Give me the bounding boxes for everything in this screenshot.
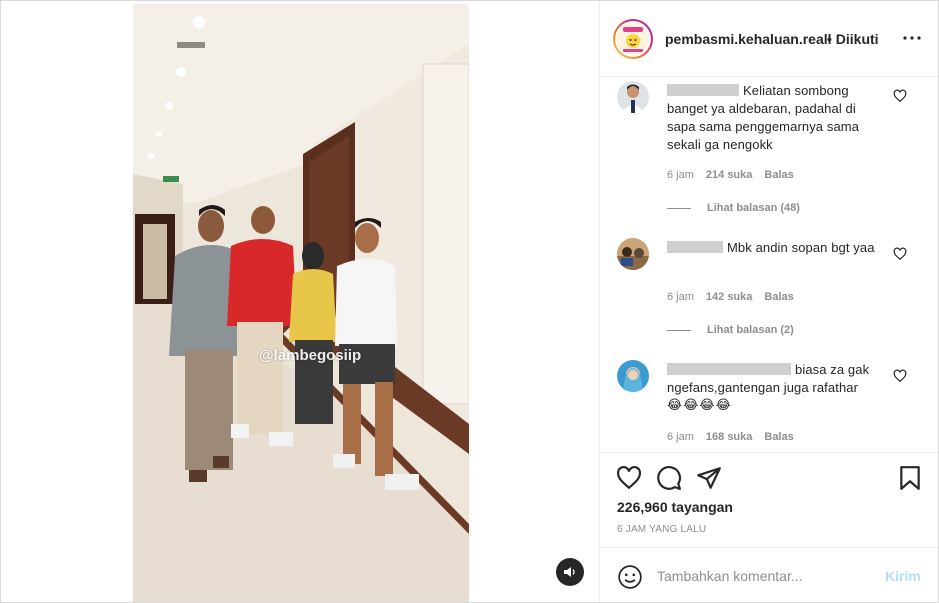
redacted-username xyxy=(667,241,723,253)
redacted-username xyxy=(667,363,791,375)
comment-text: Keliatan sombong banget ya aldebaran, pa… xyxy=(667,82,887,154)
comment-likes[interactable]: 142 suka xyxy=(706,291,752,303)
speaker-icon xyxy=(564,567,575,577)
view-count[interactable]: 226,960 tayangan xyxy=(617,499,733,515)
post-sidebar: pembasmi.kehaluan.reall • Diikuti Keliat… xyxy=(601,1,938,602)
commenter-avatar[interactable] xyxy=(617,238,649,270)
account-avatar[interactable] xyxy=(613,19,653,59)
emoji-smile-icon[interactable] xyxy=(617,564,643,590)
follow-status[interactable]: • Diikuti xyxy=(827,31,879,47)
comment-text: biasa za gak ngefans,gantengan juga rafa… xyxy=(667,361,887,415)
comment-likes[interactable]: 214 suka xyxy=(706,169,752,181)
bookmark-save-icon[interactable] xyxy=(897,465,923,491)
replies-divider xyxy=(667,207,691,209)
action-bar: 226,960 tayangan 6 JAM YANG LALU xyxy=(601,452,938,547)
avatar-image xyxy=(617,81,649,113)
comment-bubble-icon[interactable] xyxy=(656,465,682,491)
account-username[interactable]: pembasmi.kehaluan.reall xyxy=(665,31,832,47)
avatar-image xyxy=(617,360,649,392)
view-replies-button[interactable]: Lihat balasan (2) xyxy=(667,324,794,336)
reply-button[interactable]: Balas xyxy=(764,431,793,443)
post-timestamp[interactable]: 6 JAM YANG LALU xyxy=(617,524,706,535)
post-dialog: @lambegosiip pembasmi.kehaluan.reall • D… xyxy=(0,0,939,603)
post-header: pembasmi.kehaluan.reall • Diikuti xyxy=(601,1,938,77)
replies-divider xyxy=(667,329,691,331)
more-options-button[interactable] xyxy=(901,29,923,47)
video-frame xyxy=(133,4,469,602)
comment-like-icon[interactable] xyxy=(893,369,907,383)
comment-meta: 6 jam 214 suka Balas xyxy=(667,169,806,181)
redacted-username xyxy=(667,84,739,96)
video-watermark: @lambegosiip xyxy=(259,347,362,364)
comment-time[interactable]: 6 jam xyxy=(667,169,694,181)
share-paper-plane-icon[interactable] xyxy=(696,465,722,491)
comment-likes[interactable]: 168 suka xyxy=(706,431,752,443)
comments-list[interactable]: Keliatan sombong banget ya aldebaran, pa… xyxy=(601,78,938,452)
post-comment-button[interactable]: Kirim xyxy=(885,568,921,584)
comment-time[interactable]: 6 jam xyxy=(667,431,694,443)
comment-like-icon[interactable] xyxy=(893,247,907,261)
logo-image xyxy=(617,23,649,55)
mute-button[interactable] xyxy=(556,558,584,586)
avatar-border xyxy=(615,21,651,57)
view-replies-label: Lihat balasan (48) xyxy=(707,202,800,214)
comment-body: Mbk andin sopan bgt yaa xyxy=(727,240,875,255)
comment-input[interactable] xyxy=(657,566,867,586)
comment-time[interactable]: 6 jam xyxy=(667,291,694,303)
more-horizontal-icon xyxy=(903,36,921,40)
avatar-image xyxy=(617,23,649,55)
reply-button[interactable]: Balas xyxy=(764,169,793,181)
comment-emoji: 😂😂😂😂 xyxy=(667,398,732,413)
commenter-avatar[interactable] xyxy=(617,360,649,392)
avatar-image xyxy=(617,238,649,270)
comment-meta: 6 jam 168 suka Balas xyxy=(667,431,806,443)
view-replies-label: Lihat balasan (2) xyxy=(707,324,794,336)
add-comment-bar: Kirim xyxy=(601,547,938,602)
reply-button[interactable]: Balas xyxy=(764,291,793,303)
like-heart-icon[interactable] xyxy=(616,465,642,491)
comment-text: Mbk andin sopan bgt yaa xyxy=(667,239,887,257)
comment-like-icon[interactable] xyxy=(893,89,907,103)
view-replies-button[interactable]: Lihat balasan (48) xyxy=(667,202,800,214)
video-player[interactable]: @lambegosiip xyxy=(133,4,469,602)
media-panel: @lambegosiip xyxy=(1,1,600,602)
comment-meta: 6 jam 142 suka Balas xyxy=(667,291,806,303)
commenter-avatar[interactable] xyxy=(617,81,649,113)
